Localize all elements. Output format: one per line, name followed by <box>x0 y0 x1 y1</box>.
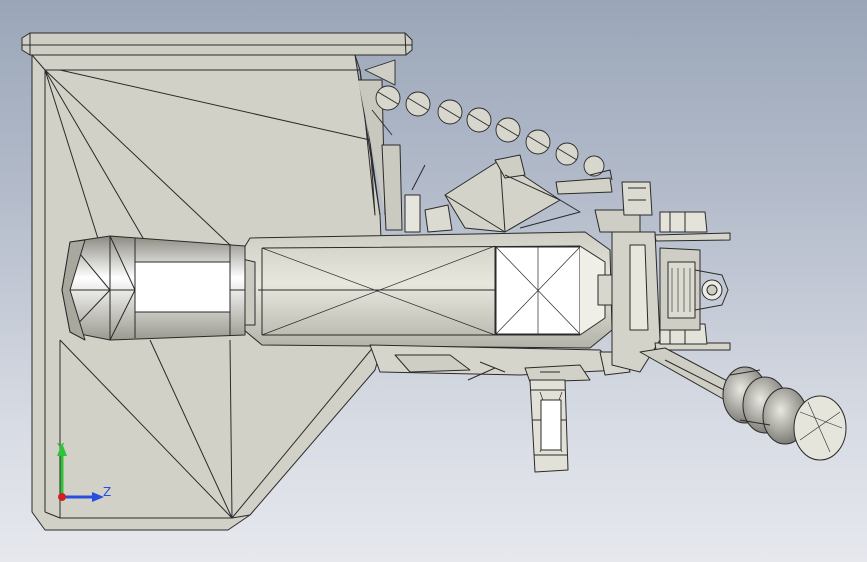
barrel-front <box>61 235 246 341</box>
triad-y-label: Y <box>57 441 65 455</box>
rear-mechanism <box>611 211 731 373</box>
cad-model-wireframe[interactable] <box>0 0 867 562</box>
lower-collar <box>369 344 631 383</box>
triad-z-label: Z <box>103 485 112 499</box>
cad-viewport[interactable]: Y Z <box>0 0 867 562</box>
lower-grip <box>529 379 569 473</box>
chain <box>364 59 605 177</box>
rear-spade-grip <box>639 347 847 461</box>
top-flange <box>21 32 413 56</box>
receiver-tube <box>237 231 626 349</box>
ejector-block <box>424 154 581 233</box>
triad-origin <box>58 493 66 501</box>
side-struts <box>381 144 426 233</box>
rear-bracket-top <box>555 169 653 233</box>
